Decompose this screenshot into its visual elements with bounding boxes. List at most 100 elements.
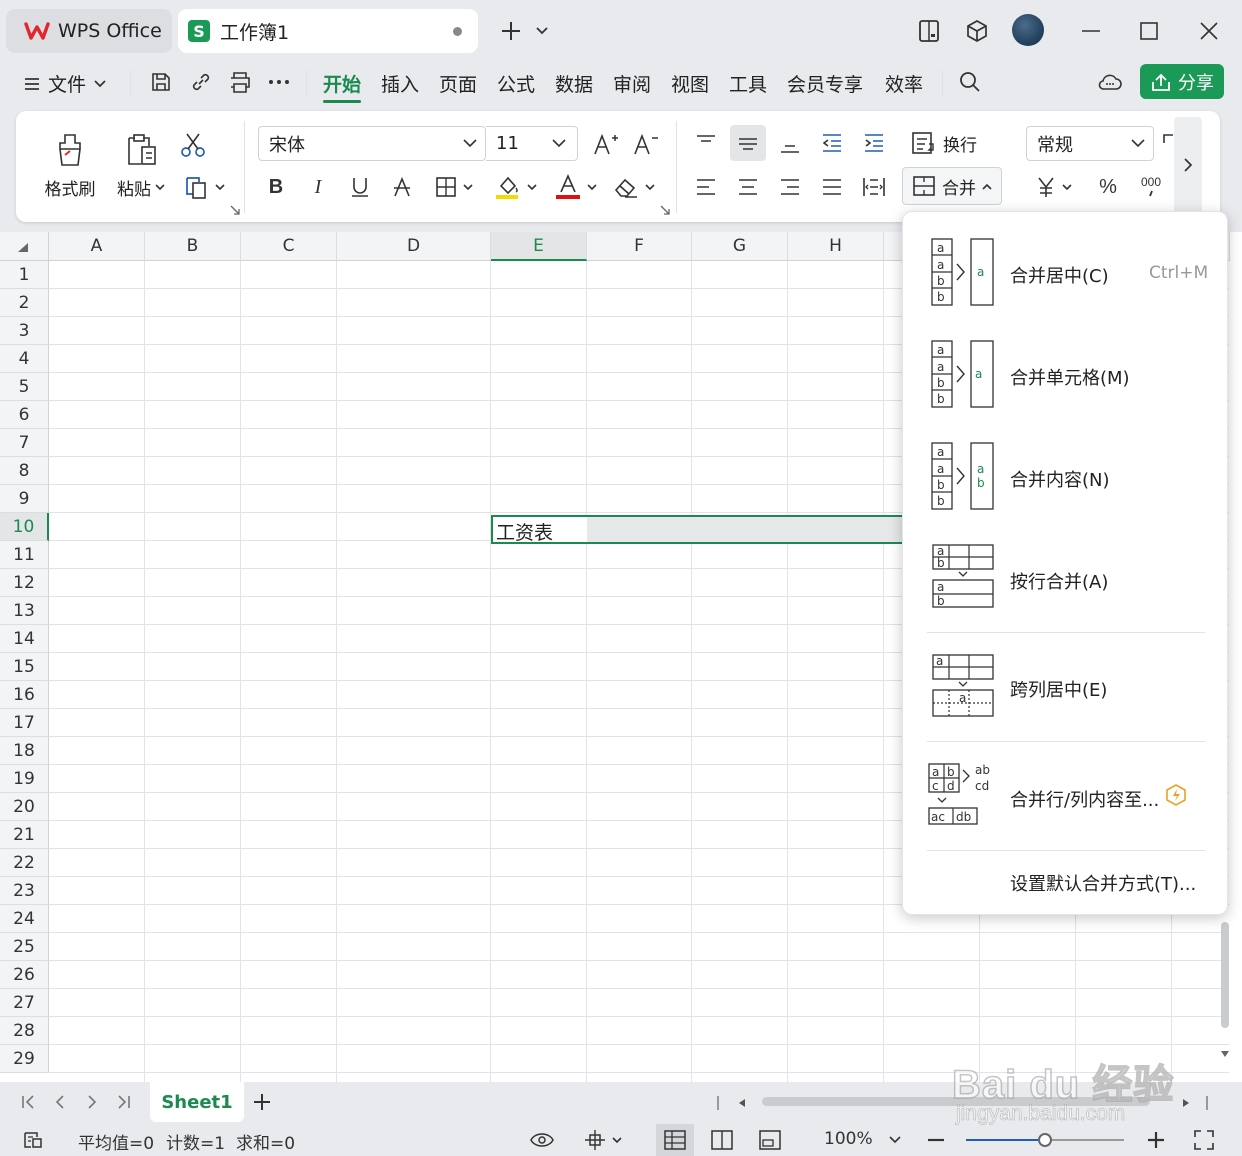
increase-font-size-icon[interactable] [590,129,622,159]
row-header-8[interactable]: 8 [0,457,49,485]
align-middle-icon[interactable] [730,125,766,161]
cut-icon[interactable] [176,129,210,161]
select-all-corner[interactable] [0,232,49,261]
align-right-icon[interactable] [774,171,806,203]
menu-view[interactable]: 视图 [671,70,709,97]
file-menu[interactable]: 文件 [24,70,106,97]
row-header-10[interactable]: 10 [0,513,49,541]
menu-data[interactable]: 数据 [555,70,593,97]
row-header-6[interactable]: 6 [0,401,49,429]
menu-tools[interactable]: 工具 [729,70,767,97]
new-tab-button[interactable] [496,16,526,46]
row-header-2[interactable]: 2 [0,289,49,317]
merge-rows-columns-content-item[interactable]: abcd ab cd ac db 合并行/列内容至... [903,752,1229,842]
row-header-23[interactable]: 23 [0,877,49,905]
row-header-28[interactable]: 28 [0,1017,49,1045]
row-header-7[interactable]: 7 [0,429,49,457]
row-header-11[interactable]: 11 [0,541,49,569]
merge-content-item[interactable]: aabb ab 合并内容(N) [903,430,1229,522]
row-header-15[interactable]: 15 [0,653,49,681]
row-header-24[interactable]: 24 [0,905,49,933]
column-header-e[interactable]: E [491,232,587,261]
more-icon[interactable] [266,68,292,96]
fill-color-button[interactable] [492,171,540,203]
normal-view-icon[interactable] [656,1124,694,1156]
align-top-icon[interactable] [690,127,722,159]
fullscreen-icon[interactable] [1192,1128,1216,1152]
vertical-scrollbar[interactable] [1218,922,1232,1072]
decrease-font-size-icon[interactable] [630,129,662,159]
zoom-dropdown-icon[interactable] [886,1132,904,1148]
center-across-item[interactable]: a a 跨列居中(E) [903,642,1229,732]
maximize-icon[interactable] [1134,16,1164,46]
font-expand-icon[interactable] [660,205,670,215]
3d-box-icon[interactable] [962,16,992,46]
row-header-18[interactable]: 18 [0,737,49,765]
print-icon[interactable] [226,68,254,96]
row-header-25[interactable]: 25 [0,933,49,961]
first-sheet-icon[interactable] [16,1090,40,1114]
share-button[interactable]: 分享 [1140,64,1224,99]
row-header-3[interactable]: 3 [0,317,49,345]
bold-icon[interactable]: B [262,171,290,203]
row-header-20[interactable]: 20 [0,793,49,821]
zoom-out-icon[interactable] [924,1128,948,1152]
merge-center-item[interactable]: aabb a 合并居中(C) Ctrl+M [903,226,1229,318]
zoom-level[interactable]: 100% [824,1129,873,1149]
column-header-b[interactable]: B [145,232,241,261]
page-layout-view-icon[interactable] [754,1128,786,1152]
merge-button[interactable]: 合并 [902,167,1002,205]
row-header-22[interactable]: 22 [0,849,49,877]
scroll-down-arrow-icon[interactable] [1220,1050,1230,1058]
distributed-align-icon[interactable] [858,171,890,203]
percent-icon[interactable]: % [1092,171,1124,203]
column-header-f[interactable]: F [587,232,692,261]
menu-home[interactable]: 开始 [323,70,361,97]
menu-efficiency[interactable]: 效率 [885,70,923,97]
focus-mode-button[interactable] [580,1128,626,1152]
row-header-14[interactable]: 14 [0,625,49,653]
font-size-select[interactable]: 11 [486,126,578,161]
row-header-9[interactable]: 9 [0,485,49,513]
scroll-right-icon[interactable] [1178,1094,1194,1112]
close-icon[interactable] [1194,16,1224,46]
format-painter-button[interactable]: 格式刷 [38,125,102,207]
row-header-1[interactable]: 1 [0,261,49,289]
macro-record-icon[interactable] [20,1128,46,1152]
menu-page[interactable]: 页面 [439,70,477,97]
menu-formula[interactable]: 公式 [497,70,535,97]
add-sheet-icon[interactable] [250,1090,274,1114]
copy-button[interactable] [180,171,228,203]
row-header-21[interactable]: 21 [0,821,49,849]
column-header-a[interactable]: A [49,232,145,261]
menu-insert[interactable]: 插入 [381,70,419,97]
minimize-icon[interactable] [1076,16,1106,46]
page-break-view-icon[interactable] [706,1128,738,1152]
align-bottom-icon[interactable] [774,127,806,159]
wrap-text-button[interactable]: 换行 [906,127,982,159]
underline-icon[interactable] [346,171,374,203]
italic-icon[interactable]: I [304,171,332,203]
zoom-in-icon[interactable] [1144,1128,1168,1152]
reading-mode-icon[interactable] [914,16,944,46]
scroll-left-icon[interactable] [734,1094,750,1112]
row-header-5[interactable]: 5 [0,373,49,401]
menu-review[interactable]: 审阅 [613,70,651,97]
row-header-16[interactable]: 16 [0,681,49,709]
wps-office-tab[interactable]: WPS Office [6,9,172,53]
row-header-19[interactable]: 19 [0,765,49,793]
horizontal-scrollbar[interactable] [762,1097,1150,1106]
row-header-12[interactable]: 12 [0,569,49,597]
increase-indent-icon[interactable] [858,127,890,159]
search-icon[interactable] [956,68,984,96]
column-header-c[interactable]: C [241,232,337,261]
font-name-select[interactable]: 宋体 [258,126,486,161]
menu-member[interactable]: 会员专享 [787,70,863,97]
row-header-29[interactable]: 29 [0,1045,49,1073]
clipboard-expand-icon[interactable] [230,205,240,215]
decrease-indent-icon[interactable] [816,127,848,159]
justify-icon[interactable] [816,171,848,203]
clear-format-button[interactable] [610,171,658,203]
save-icon[interactable] [148,68,174,96]
link-icon[interactable] [188,68,214,96]
